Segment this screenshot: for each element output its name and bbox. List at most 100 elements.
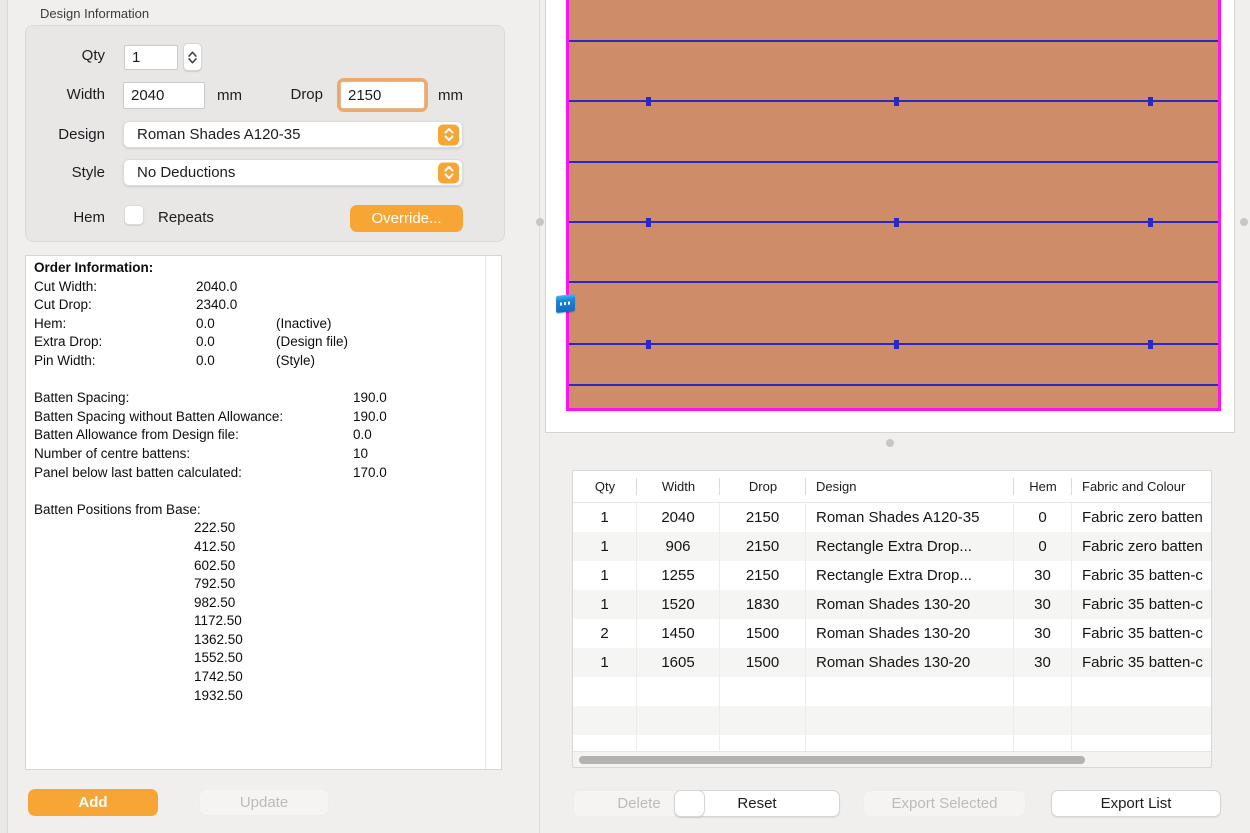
order-info-line (34, 483, 483, 502)
order-info-line: Cut Width:2040.0 (34, 279, 483, 298)
table-cell: 1500 (720, 648, 806, 677)
order-info-line: 792.50 (34, 576, 483, 595)
table-cell (1014, 677, 1072, 706)
column-header-qty[interactable]: Qty (573, 471, 637, 502)
order-info-line: 602.50 (34, 558, 483, 577)
order-info-line: Batten Positions from Base: (34, 502, 483, 521)
add-button[interactable]: Add (28, 789, 158, 816)
order-info-line: Batten Spacing without Batten Allowance:… (34, 409, 483, 428)
popup-updown-icon (438, 124, 459, 145)
export-list-button[interactable]: Export List (1051, 790, 1221, 817)
column-header-fabric-and-colour[interactable]: Fabric and Colour (1072, 471, 1212, 502)
table-cell: 2040 (637, 503, 720, 532)
table-row[interactable]: 112552150Rectangle Extra Drop...30Fabric… (573, 561, 1212, 590)
export-selected-button[interactable]: Export Selected (863, 790, 1026, 817)
table-cell: 0 (1014, 503, 1072, 532)
horizontal-scrollbar-track[interactable] (573, 751, 1211, 767)
order-info-line: 412.50 (34, 539, 483, 558)
table-cell (637, 677, 720, 706)
style-popup-value: No Deductions (137, 164, 235, 181)
order-info-line (34, 372, 483, 391)
table-cell: Fabric zero batten (1072, 532, 1212, 561)
table-row[interactable]: 115201830Roman Shades 130-2030Fabric 35 … (573, 590, 1212, 619)
blank-mini-button[interactable] (674, 790, 705, 817)
vertical-splitter[interactable] (539, 0, 540, 833)
column-header-width[interactable]: Width (637, 471, 720, 502)
table-row[interactable] (573, 677, 1212, 706)
order-info-vertical-scrollbar[interactable] (485, 256, 501, 769)
order-information-box: Order Information:Cut Width:2040.0Cut Dr… (25, 255, 502, 770)
table-cell: Fabric 35 batten-c (1072, 648, 1212, 677)
style-popup[interactable]: No Deductions (123, 159, 463, 186)
table-cell: 1500 (720, 619, 806, 648)
table-cell: 2150 (720, 532, 806, 561)
orders-table: QtyWidthDropDesignHemFabric and Colour 1… (572, 470, 1212, 768)
right-edge-strip (1236, 0, 1250, 455)
design-popup[interactable]: Roman Shades A120-35 (123, 121, 463, 148)
order-information-text: Order Information:Cut Width:2040.0Cut Dr… (34, 260, 483, 706)
table-cell: 30 (1014, 590, 1072, 619)
drop-input[interactable] (341, 82, 424, 108)
splitter-handle[interactable] (536, 218, 544, 226)
order-info-line: Batten Spacing:190.0 (34, 390, 483, 409)
drop-field-focus-ring (337, 78, 428, 112)
table-row[interactable]: 214501500Roman Shades 130-2030Fabric 35 … (573, 619, 1212, 648)
order-info-line: Hem:0.0(Inactive) (34, 316, 483, 335)
design-information-title: Design Information (40, 6, 149, 21)
order-info-line: 222.50 (34, 520, 483, 539)
table-cell (1072, 677, 1212, 706)
width-input[interactable] (123, 82, 205, 109)
batten-tick (1148, 340, 1153, 349)
repeats-label: Repeats (158, 209, 214, 226)
table-row[interactable]: 120402150Roman Shades A120-350Fabric zer… (573, 503, 1212, 532)
style-label: Style (26, 164, 105, 181)
table-cell: 1 (573, 503, 637, 532)
batten-line (569, 161, 1218, 163)
batten-line (569, 100, 1218, 102)
table-row[interactable] (573, 706, 1212, 735)
stepper-up-icon (188, 51, 197, 57)
drop-unit: mm (438, 87, 463, 104)
table-cell: 1520 (637, 590, 720, 619)
table-cell: 1450 (637, 619, 720, 648)
table-cell: 1 (573, 561, 637, 590)
batten-tick (646, 97, 651, 106)
popup-updown-icon (438, 162, 459, 183)
table-cell: 1 (573, 532, 637, 561)
horizontal-splitter-handle[interactable] (886, 439, 894, 447)
table-cell: Rectangle Extra Drop... (806, 532, 1014, 561)
width-unit: mm (217, 87, 242, 104)
batten-line (569, 384, 1218, 386)
column-header-hem[interactable]: Hem (1014, 471, 1072, 502)
hem-repeats-checkbox[interactable] (124, 205, 144, 225)
table-cell: 2 (573, 619, 637, 648)
order-info-line: Cut Drop:2340.0 (34, 297, 483, 316)
column-header-drop[interactable]: Drop (720, 471, 806, 502)
batten-line (569, 221, 1218, 223)
update-button[interactable]: Update (199, 789, 329, 816)
table-row[interactable]: 116051500Roman Shades 130-2030Fabric 35 … (573, 648, 1212, 677)
batten-tick (1148, 97, 1153, 106)
qty-stepper[interactable] (183, 43, 202, 71)
qty-label: Qty (26, 47, 105, 64)
table-cell: Rectangle Extra Drop... (806, 561, 1014, 590)
table-row[interactable]: 19062150Rectangle Extra Drop...0Fabric z… (573, 532, 1212, 561)
batten-tick (646, 340, 651, 349)
batten-tick (894, 218, 899, 227)
table-cell: 30 (1014, 619, 1072, 648)
override-button[interactable]: Override... (350, 205, 463, 232)
column-header-design[interactable]: Design (806, 471, 1014, 502)
design-information-groupbox: Qty Width mm Drop mm Design Roman Shades… (25, 25, 505, 242)
batten-line (569, 343, 1218, 345)
table-cell: 1255 (637, 561, 720, 590)
table-body: 120402150Roman Shades A120-350Fabric zer… (573, 503, 1212, 764)
order-info-line: Pin Width:0.0(Style) (34, 353, 483, 372)
design-popup-value: Roman Shades A120-35 (137, 126, 300, 143)
order-info-line: 1172.50 (34, 613, 483, 632)
splitter-handle[interactable] (1240, 218, 1248, 226)
order-info-line: 1932.50 (34, 688, 483, 707)
table-cell: 0 (1014, 532, 1072, 561)
qty-input[interactable] (124, 45, 178, 70)
horizontal-scrollbar-thumb[interactable] (579, 756, 1085, 764)
batten-tick (1148, 218, 1153, 227)
